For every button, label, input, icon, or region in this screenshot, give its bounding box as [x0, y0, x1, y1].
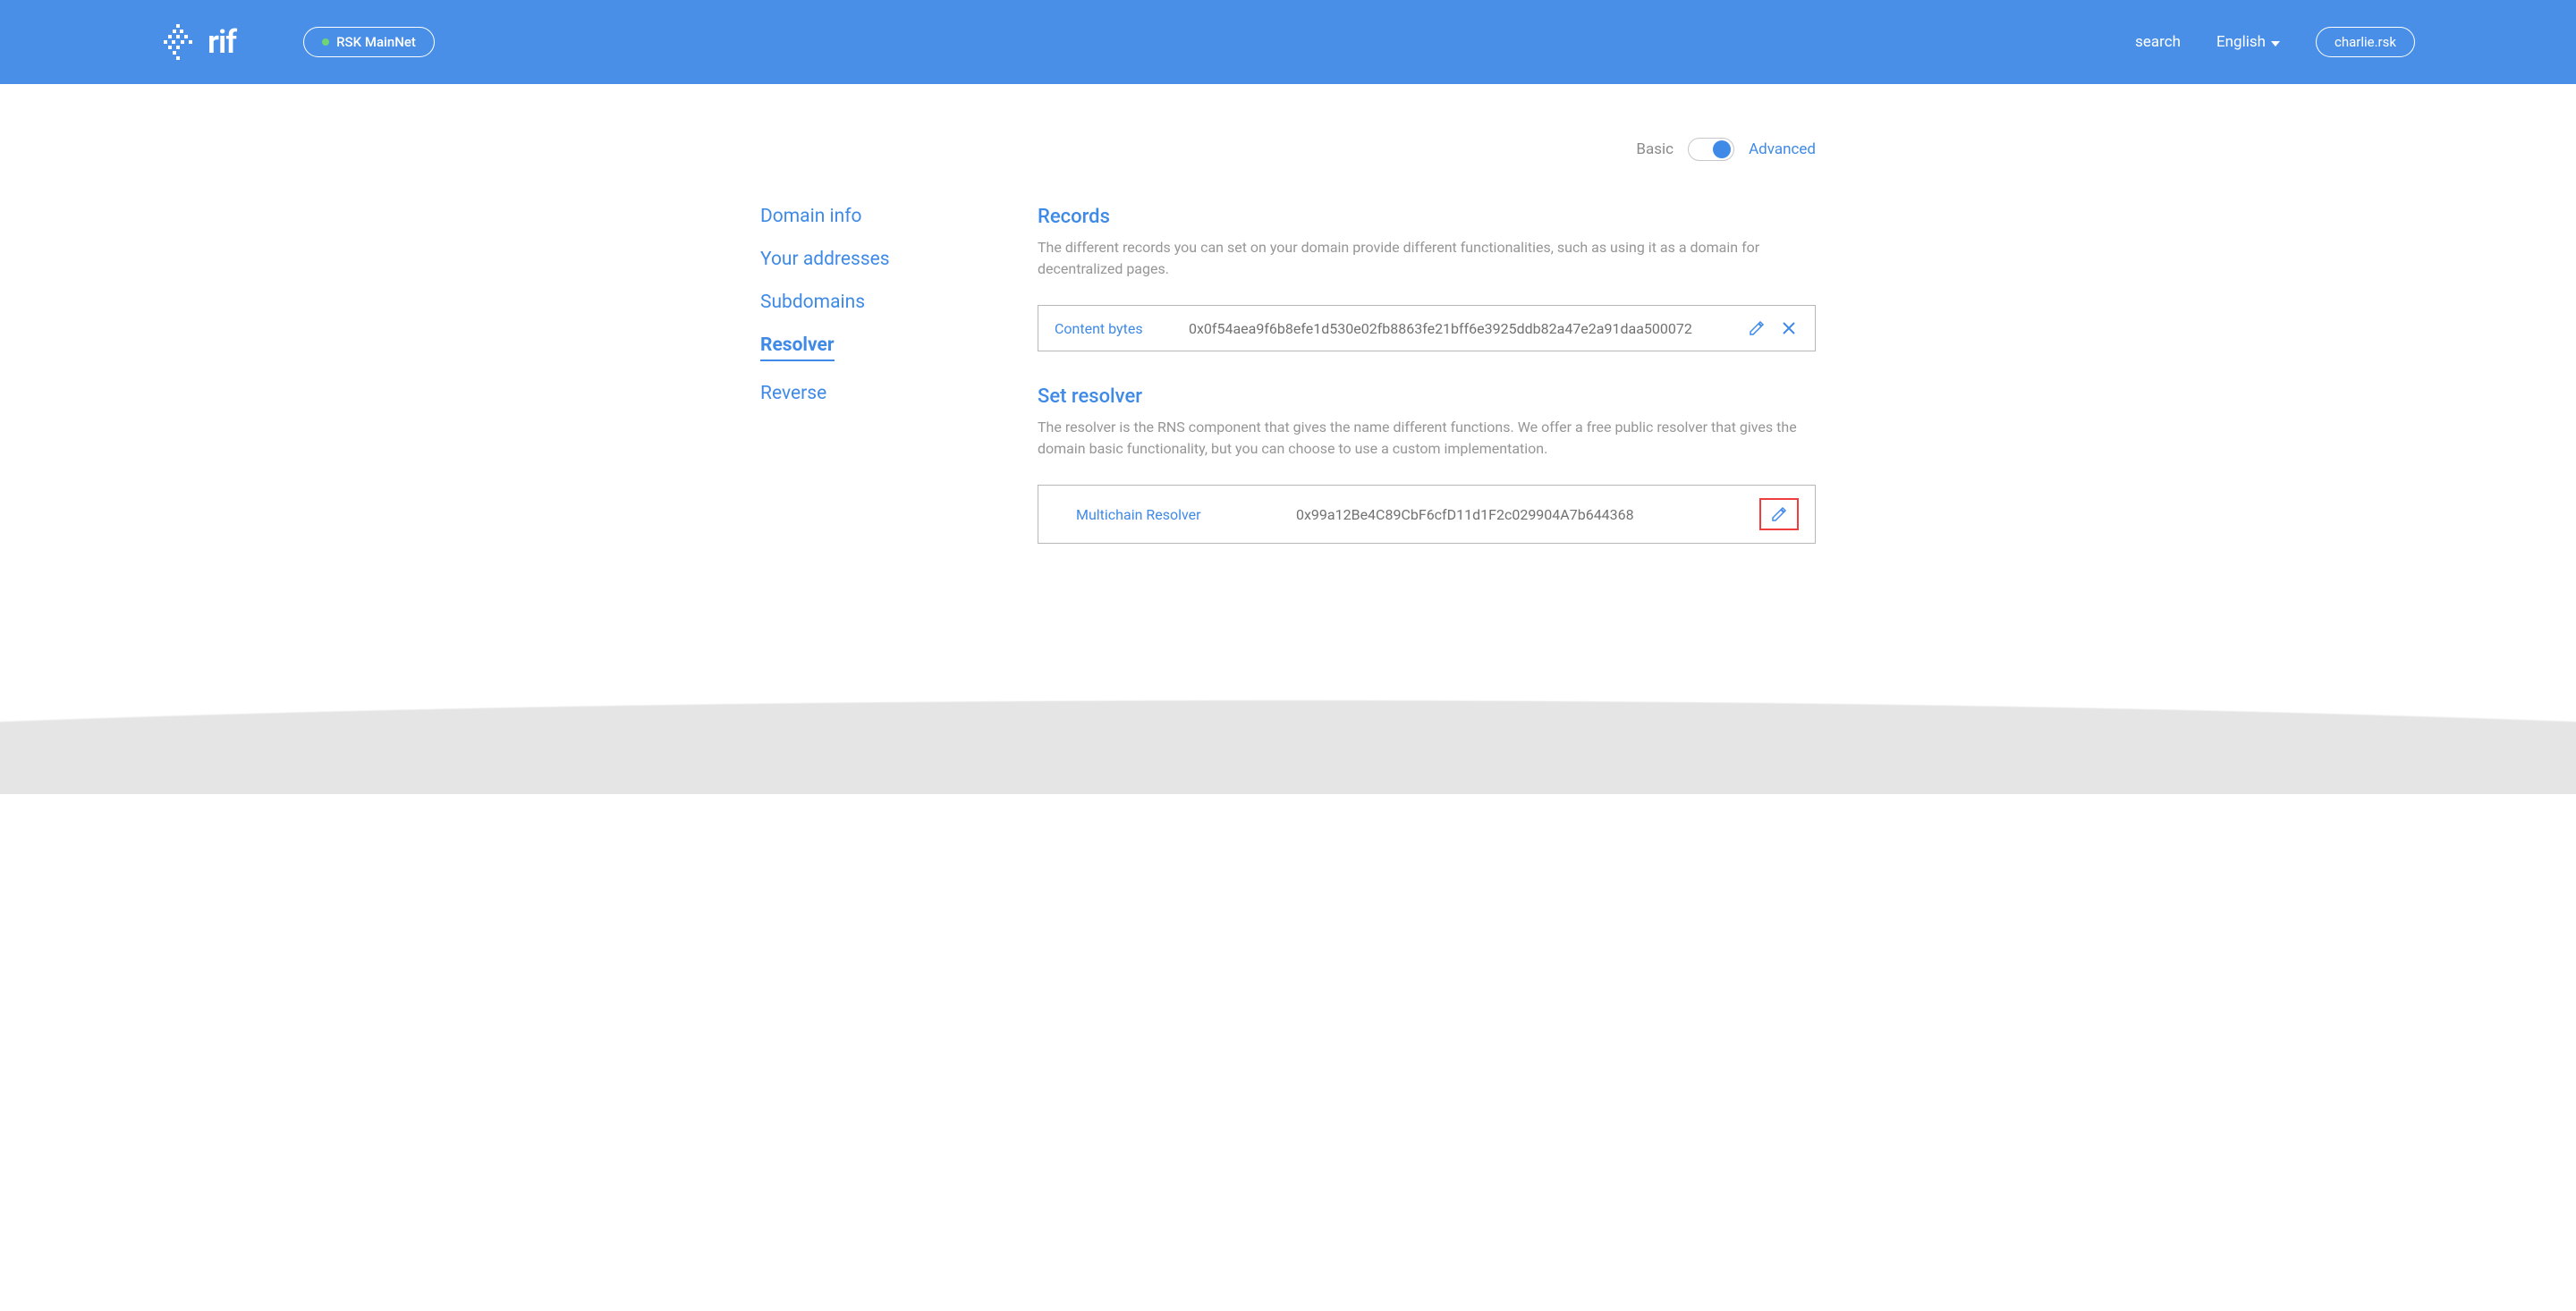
mode-advanced-label[interactable]: Advanced — [1749, 140, 1816, 158]
resolver-title: Set resolver — [1038, 385, 1816, 408]
record-value: 0x0f54aea9f6b8efe1d530e02fb8863fe21bff6e… — [1189, 320, 1747, 337]
network-label: RSK MainNet — [336, 34, 416, 50]
toggle-knob-icon — [1713, 140, 1731, 158]
domain-badge[interactable]: charlie.rsk — [2316, 27, 2415, 57]
sidebar: Domain info Your addresses Subdomains Re… — [760, 206, 921, 426]
chevron-down-icon — [2271, 33, 2280, 51]
records-title: Records — [1038, 206, 1816, 228]
network-badge[interactable]: RSK MainNet — [303, 27, 435, 57]
close-icon — [1781, 320, 1797, 336]
resolver-row: Multichain Resolver 0x99a12Be4C89CbF6cfD… — [1038, 485, 1816, 544]
records-desc: The different records you can set on you… — [1038, 237, 1816, 280]
network-status-dot-icon — [322, 38, 329, 46]
logo-text: rif — [208, 23, 236, 61]
sidebar-item-reverse[interactable]: Reverse — [760, 383, 921, 404]
resolver-label: Multichain Resolver — [1055, 506, 1296, 523]
pencil-icon — [1748, 319, 1766, 337]
sidebar-item-subdomains[interactable]: Subdomains — [760, 292, 921, 313]
sidebar-item-resolver[interactable]: Resolver — [760, 334, 835, 361]
edit-record-button[interactable] — [1747, 318, 1767, 338]
sidebar-item-your-addresses[interactable]: Your addresses — [760, 249, 921, 270]
footer-curve — [0, 651, 2576, 794]
language-label: English — [2216, 33, 2266, 51]
delete-record-button[interactable] — [1779, 318, 1799, 338]
resolver-value: 0x99a12Be4C89CbF6cfD11d1F2c029904A7b6443… — [1296, 506, 1759, 523]
sidebar-item-domain-info[interactable]: Domain info — [760, 206, 921, 227]
domain-label: charlie.rsk — [2334, 34, 2396, 50]
resolver-desc: The resolver is the RNS component that g… — [1038, 417, 1816, 460]
main: Records The different records you can se… — [1038, 206, 1816, 544]
mode-basic-label[interactable]: Basic — [1636, 140, 1674, 158]
record-row: Content bytes 0x0f54aea9f6b8efe1d530e02f… — [1038, 305, 1816, 351]
edit-resolver-button[interactable] — [1759, 498, 1799, 530]
language-select[interactable]: English — [2216, 33, 2280, 51]
main-row: Domain info Your addresses Subdomains Re… — [760, 206, 1816, 544]
record-actions — [1747, 318, 1799, 338]
header: rif RSK MainNet search English charlie.r… — [0, 0, 2576, 84]
record-label: Content bytes — [1055, 320, 1189, 337]
pencil-icon — [1770, 505, 1788, 523]
content: Basic Advanced Domain info Your addresse… — [760, 84, 1816, 544]
search-link[interactable]: search — [2135, 33, 2181, 51]
header-right: search English charlie.rsk — [2135, 27, 2415, 57]
mode-toggle-row: Basic Advanced — [760, 138, 1816, 161]
logo[interactable]: rif — [161, 23, 236, 61]
rif-logo-icon — [161, 24, 197, 60]
mode-toggle[interactable] — [1688, 138, 1734, 161]
